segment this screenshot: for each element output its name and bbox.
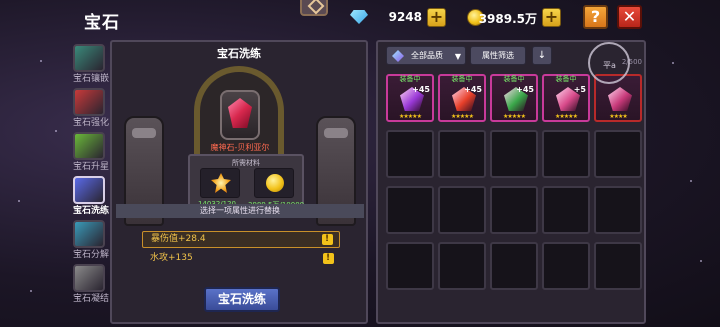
gem-stars: ★★★★★ bbox=[451, 113, 474, 120]
side-tab-6[interactable]: 宝石凝结 bbox=[70, 264, 110, 304]
side-tab-label: 宝石分解 bbox=[72, 250, 109, 260]
bg-star bbox=[40, 60, 42, 62]
gem-stars: ★★★★★ bbox=[503, 113, 526, 120]
material-slot-gold[interactable] bbox=[254, 168, 294, 198]
refine-button[interactable]: 宝石洗练 bbox=[204, 287, 280, 312]
fire-crystal-icon bbox=[211, 173, 231, 193]
empty-slot[interactable] bbox=[438, 130, 486, 178]
empty-slot[interactable] bbox=[542, 130, 590, 178]
side-tab-label: 宝石升星 bbox=[72, 162, 109, 172]
attribute-label: 暴伤值+28.4 bbox=[151, 234, 206, 244]
side-tab-4[interactable]: 宝石洗练 bbox=[70, 176, 110, 216]
close-button[interactable]: ✕ bbox=[617, 5, 642, 29]
side-tab-3[interactable]: 宝石升星 bbox=[70, 132, 110, 172]
gem-level: +45 bbox=[464, 85, 482, 94]
quality-filter-dropdown[interactable]: 全部品质 ▼ bbox=[386, 46, 466, 65]
add-diamond-button[interactable]: + bbox=[427, 8, 446, 27]
quality-gem-icon bbox=[392, 50, 404, 62]
materials-title: 所需材料 bbox=[232, 159, 260, 167]
diamond-count: 9248 bbox=[388, 10, 422, 24]
gold-count: 3989.5万 bbox=[478, 12, 537, 26]
gem-item[interactable]: 装备中 +45 ★★★★★ bbox=[490, 74, 538, 122]
bg-star bbox=[55, 130, 57, 132]
gem-item[interactable]: 装备中 +45 ★★★★★ bbox=[438, 74, 486, 122]
empty-slot[interactable] bbox=[386, 242, 434, 290]
empty-slot[interactable] bbox=[594, 130, 642, 178]
diamond-counter: 9248 + bbox=[350, 8, 446, 28]
gem-decompose-icon bbox=[73, 220, 105, 248]
empty-slot[interactable] bbox=[386, 130, 434, 178]
gem-stars: ★★★★★ bbox=[555, 113, 578, 120]
quality-filter-label: 全部品质 bbox=[411, 51, 443, 60]
auto-attack-label: 平a bbox=[603, 61, 616, 70]
side-tab-label: 宝石洗练 bbox=[72, 206, 109, 216]
equipped-tag: 装备中 bbox=[451, 75, 473, 83]
equipped-tag: 装备中 bbox=[555, 75, 577, 83]
empty-slot[interactable] bbox=[542, 186, 590, 234]
material-slot-gem[interactable] bbox=[200, 168, 240, 198]
gem-inventory-panel: 全部品质 ▼ 属性筛选 ↓ 2/500 装备中 +45 ★★★★★ 装备中 +45 ★★★… bbox=[376, 40, 646, 324]
empty-slot[interactable] bbox=[386, 186, 434, 234]
bg-star bbox=[672, 62, 674, 64]
chevron-down-icon: ▼ bbox=[454, 52, 461, 61]
gem-icon bbox=[608, 87, 632, 111]
empty-slot[interactable] bbox=[594, 242, 642, 290]
gem-stars: ★★★★★ bbox=[399, 113, 422, 120]
gem-refine-icon bbox=[73, 176, 105, 204]
equipped-tag: 装备中 bbox=[503, 75, 525, 83]
empty-slot[interactable] bbox=[542, 242, 590, 290]
gem-socket-icon bbox=[73, 44, 105, 72]
bg-star bbox=[30, 290, 32, 292]
diamond-icon bbox=[350, 10, 368, 24]
empty-slot[interactable] bbox=[438, 186, 486, 234]
empty-slot[interactable] bbox=[438, 242, 486, 290]
add-gold-button[interactable]: + bbox=[542, 8, 561, 27]
refine-panel-title: 宝石洗练 bbox=[217, 47, 261, 60]
gem-item[interactable]: 装备中 +5 ★★★★★ bbox=[542, 74, 590, 122]
attribute-label: 水攻+135 bbox=[150, 253, 193, 263]
gem-level: +45 bbox=[412, 85, 430, 94]
empty-slot[interactable] bbox=[490, 130, 538, 178]
attribute-filter-button[interactable]: 属性筛选 bbox=[470, 46, 526, 65]
attribute-option-water-attack[interactable]: 水攻+135 bbox=[142, 251, 340, 268]
select-prompt: 选择一项属性进行替换 bbox=[116, 204, 364, 218]
gem-item[interactable]: 装备中 +45 ★★★★★ bbox=[386, 74, 434, 122]
gem-level: +5 bbox=[573, 85, 586, 94]
menu-toggle-icon[interactable] bbox=[300, 0, 328, 16]
side-tab-label: 宝石镶嵌 bbox=[72, 74, 109, 84]
gold-coin-icon bbox=[266, 174, 284, 192]
side-tab-label: 宝石凝结 bbox=[72, 294, 109, 304]
gem-star-icon bbox=[73, 132, 105, 160]
gem-condense-icon bbox=[73, 264, 105, 292]
gem-upgrade-icon bbox=[73, 88, 105, 116]
lock-icon[interactable] bbox=[322, 232, 333, 247]
bg-star bbox=[18, 200, 20, 202]
gem-name: 魔神石-贝利亚尔 bbox=[210, 143, 270, 152]
gem-level: +45 bbox=[516, 85, 534, 94]
equipped-tag: 装备中 bbox=[399, 75, 421, 83]
bg-star bbox=[700, 260, 702, 262]
side-tab-1[interactable]: 宝石镶嵌 bbox=[70, 44, 110, 84]
page-title: 宝石 bbox=[84, 13, 120, 33]
side-tab-label: 宝石强化 bbox=[72, 118, 109, 128]
gold-counter: 3989.5万 + bbox=[465, 8, 561, 28]
refine-panel: 宝石洗练 魔神石-贝利亚尔 所需材料 14032/120 3989.5万/100… bbox=[110, 40, 368, 324]
empty-slot[interactable] bbox=[490, 242, 538, 290]
empty-slot[interactable] bbox=[490, 186, 538, 234]
side-tab-2[interactable]: 宝石强化 bbox=[70, 88, 110, 128]
sort-down-icon[interactable]: ↓ bbox=[532, 46, 552, 65]
bg-star bbox=[690, 180, 692, 182]
empty-slot[interactable] bbox=[594, 186, 642, 234]
attribute-option-crit-damage[interactable]: 暴伤值+28.4 bbox=[142, 231, 340, 248]
lock-icon[interactable] bbox=[323, 251, 334, 266]
gem-stars: ★★★★ bbox=[609, 113, 628, 120]
help-button[interactable]: ? bbox=[583, 5, 608, 29]
side-tab-5[interactable]: 宝石分解 bbox=[70, 220, 110, 260]
